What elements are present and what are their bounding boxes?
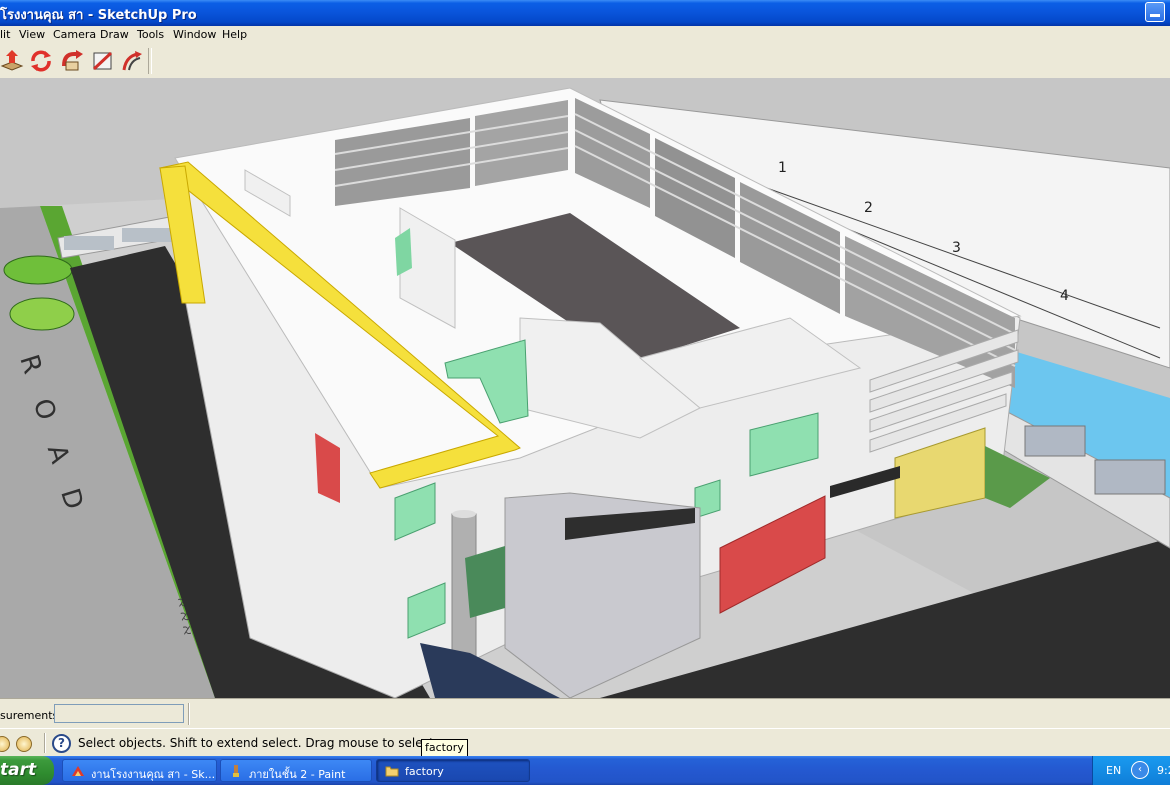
- language-indicator[interactable]: EN: [1106, 764, 1121, 777]
- menu-camera[interactable]: Camera: [53, 28, 96, 41]
- sketchup-icon: [72, 766, 84, 776]
- measurements-bar: surements: [0, 698, 1170, 729]
- task-label: งานโรงงานคุณ สา - Sk...: [91, 768, 216, 781]
- fence: [64, 236, 114, 250]
- chevron-left-icon[interactable]: ‹: [1131, 761, 1149, 779]
- tree-icon: [9, 297, 75, 331]
- menu-help[interactable]: Help: [222, 28, 247, 41]
- entry-tiles: [465, 546, 505, 618]
- follow-me-icon[interactable]: [60, 50, 84, 72]
- dimension-number: 1: [778, 160, 787, 176]
- taskbar: tart งานโรงงานคุณ สา - Sk... ภายในชั้น 2…: [0, 756, 1170, 785]
- scale-icon[interactable]: [91, 50, 115, 72]
- menu-view[interactable]: View: [19, 28, 45, 41]
- status-bar: ? Select objects. Shift to extend select…: [0, 728, 1170, 757]
- task-label: factory: [405, 765, 444, 778]
- measurements-label: surements: [0, 709, 59, 722]
- menu-tools[interactable]: Tools: [137, 28, 164, 41]
- status-divider: [44, 733, 46, 753]
- offset-icon[interactable]: [120, 50, 144, 72]
- task-label: ภายในชั้น 2 - Paint: [249, 768, 346, 781]
- start-label: tart: [0, 760, 37, 780]
- title-bar: โรงงานคุณ สา - SketchUp Pro: [0, 0, 1170, 26]
- tree-icon: [3, 255, 73, 285]
- fence: [122, 228, 172, 242]
- status-message: Select objects. Shift to extend select. …: [78, 736, 450, 750]
- minimize-button[interactable]: [1145, 2, 1165, 22]
- rotate-icon[interactable]: [29, 50, 53, 72]
- help-icon[interactable]: ?: [52, 734, 71, 753]
- column: [452, 510, 476, 518]
- menu-edit[interactable]: lit: [0, 28, 10, 41]
- menu-window[interactable]: Window: [173, 28, 216, 41]
- menu-bar: lit View Camera Draw Tools Window Help: [0, 26, 1170, 44]
- system-tray: EN ‹ 9:2: [1092, 756, 1170, 785]
- tooltip: factory: [421, 739, 468, 757]
- menu-draw[interactable]: Draw: [100, 28, 129, 41]
- fence: [1024, 425, 1086, 457]
- minimize-icon: [1150, 14, 1160, 17]
- dimension-number: 2: [864, 200, 873, 216]
- dimension-number: 3: [952, 240, 961, 256]
- credits-icon[interactable]: [16, 736, 32, 752]
- geo-location-icon[interactable]: [0, 736, 10, 752]
- clock: 9:2: [1157, 764, 1170, 777]
- fence: [1094, 459, 1166, 495]
- window-title: โรงงานคุณ สา - SketchUp Pro: [0, 8, 197, 23]
- taskbar-item-factory[interactable]: factory: [376, 759, 530, 782]
- toolbar-separator: [148, 48, 152, 74]
- taskbar-item-paint[interactable]: ภายในชั้น 2 - Paint: [220, 759, 372, 782]
- push-pull-icon[interactable]: [0, 50, 24, 72]
- status-divider: [188, 703, 190, 725]
- toolbar: [0, 44, 1170, 79]
- measurements-input[interactable]: [54, 704, 184, 723]
- dimension-number: 4: [1060, 288, 1069, 304]
- start-button[interactable]: tart: [0, 756, 54, 785]
- factory-model: ROAD ﬡ ﬡ ﬡ 1 2 3 4 5: [0, 78, 1170, 698]
- model-viewport[interactable]: ROAD ﬡ ﬡ ﬡ 1 2 3 4 5: [0, 78, 1170, 698]
- paint-icon: [233, 765, 239, 777]
- taskbar-item-sketchup[interactable]: งานโรงงานคุณ สา - Sk...: [62, 759, 217, 782]
- folder-icon: [385, 766, 399, 777]
